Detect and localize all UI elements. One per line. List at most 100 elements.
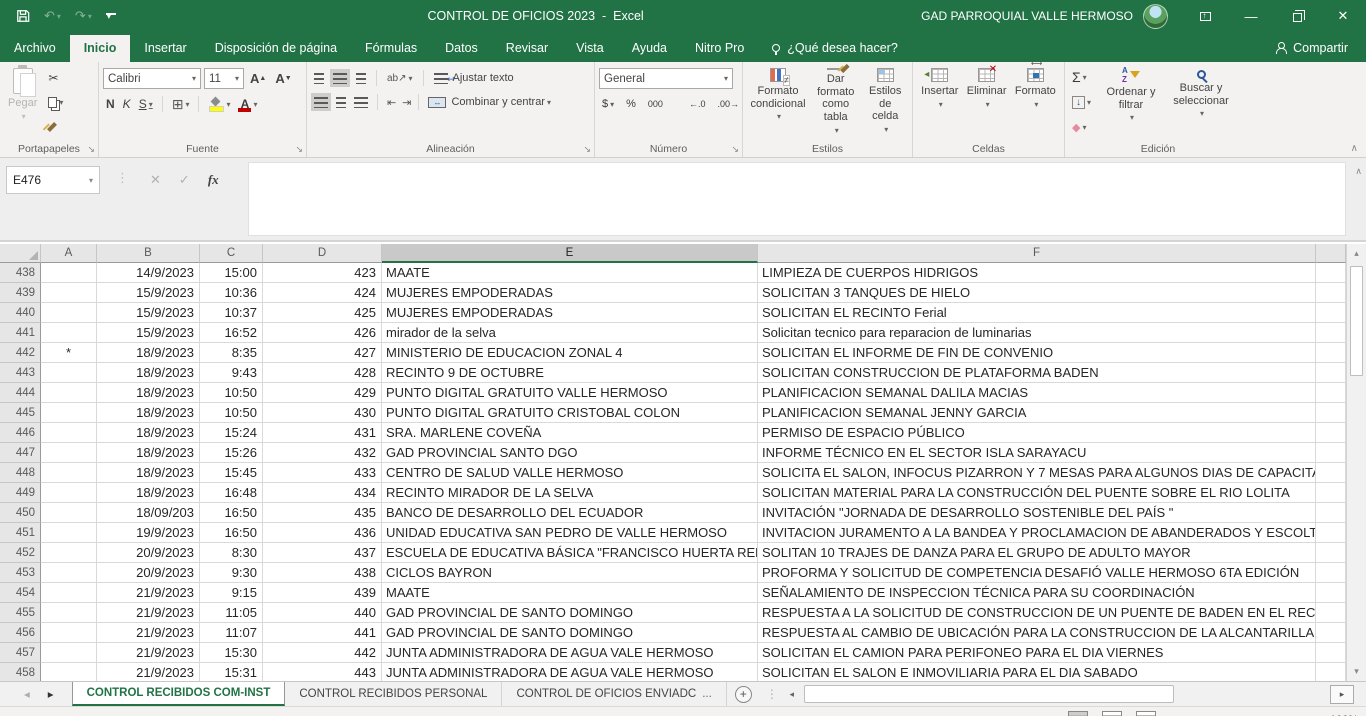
cell[interactable] xyxy=(41,283,97,303)
insert-function-icon[interactable]: fx xyxy=(208,172,219,188)
cell[interactable]: SOLICITAN EL INFORME DE FIN DE CONVENIO xyxy=(758,343,1316,363)
cell-styles-button[interactable]: Estilos de celda xyxy=(862,66,908,138)
cell[interactable]: 15:30 xyxy=(200,643,263,663)
row-header[interactable]: 449 xyxy=(0,483,41,503)
fill-color-button[interactable] xyxy=(205,95,233,113)
cell[interactable]: BANCO DE DESARROLLO DEL ECUADOR xyxy=(382,503,758,523)
cell[interactable]: 441 xyxy=(263,623,382,643)
sheet-tab-control-recibidos-personal[interactable]: CONTROL RECIBIDOS PERSONAL xyxy=(285,682,502,706)
cell[interactable]: JUNTA ADMINISTRADORA DE AGUA VALE HERMOS… xyxy=(382,643,758,663)
cell[interactable]: 428 xyxy=(263,363,382,383)
align-bottom-button[interactable] xyxy=(353,69,369,87)
cell[interactable] xyxy=(1316,603,1346,623)
tab-disposicion-de-pagina[interactable]: Disposición de página xyxy=(201,35,351,62)
cell[interactable]: 18/9/2023 xyxy=(97,343,200,363)
cell[interactable]: PERMISO DE ESPACIO PÚBLICO xyxy=(758,423,1316,443)
bold-button[interactable]: N xyxy=(103,95,118,113)
cell[interactable]: 16:48 xyxy=(200,483,263,503)
cell[interactable]: 18/9/2023 xyxy=(97,403,200,423)
cell[interactable]: 20/9/2023 xyxy=(97,563,200,583)
cell[interactable]: SOLITAN 10 TRAJES DE DANZA PARA EL GRUPO… xyxy=(758,543,1316,563)
cell[interactable] xyxy=(41,543,97,563)
clipboard-dialog-launcher[interactable]: ↘ xyxy=(87,144,95,155)
alignment-dialog-launcher[interactable]: ↘ xyxy=(583,144,591,155)
tab-vista[interactable]: Vista xyxy=(562,35,618,62)
row-header[interactable]: 445 xyxy=(0,403,41,423)
cell[interactable]: PUNTO DIGITAL GRATUITO CRISTOBAL COLON xyxy=(382,403,758,423)
cell[interactable] xyxy=(41,563,97,583)
cell[interactable]: 443 xyxy=(263,663,382,681)
ribbon-display-options-button[interactable] xyxy=(1182,0,1228,32)
page-layout-view-icon[interactable] xyxy=(1102,711,1122,716)
format-painter-button[interactable] xyxy=(45,117,66,135)
cell[interactable] xyxy=(1316,583,1346,603)
cell[interactable]: JUNTA ADMINISTRADORA DE AGUA VALE HERMOS… xyxy=(382,663,758,681)
avatar[interactable] xyxy=(1143,4,1168,29)
delete-cells-button[interactable]: Eliminar xyxy=(963,66,1011,138)
cell[interactable]: MUJERES EMPODERADAS xyxy=(382,283,758,303)
cell[interactable] xyxy=(41,303,97,323)
collapse-ribbon-icon[interactable]: ∧ xyxy=(1351,143,1358,154)
tab-formulas[interactable]: Fórmulas xyxy=(351,35,431,62)
cell[interactable]: SOLICITAN CONSTRUCCION DE PLATAFORMA BAD… xyxy=(758,363,1316,383)
decrease-indent-button[interactable]: ⇤ xyxy=(384,93,397,111)
cell[interactable] xyxy=(41,483,97,503)
horizontal-scrollbar-thumb[interactable] xyxy=(804,685,1174,703)
cell[interactable]: RECINTO 9 DE OCTUBRE xyxy=(382,363,758,383)
cell[interactable] xyxy=(41,383,97,403)
cell[interactable] xyxy=(1316,403,1346,423)
row-header[interactable]: 456 xyxy=(0,623,41,643)
cell[interactable]: 18/9/2023 xyxy=(97,363,200,383)
close-button[interactable]: ✕ xyxy=(1320,0,1366,32)
column-header-C[interactable]: C xyxy=(200,244,263,263)
align-center-button[interactable] xyxy=(333,93,349,111)
cell[interactable]: RESPUESTA A LA SOLICITUD DE CONSTRUCCION… xyxy=(758,603,1316,623)
cell[interactable]: 18/9/2023 xyxy=(97,423,200,443)
cell[interactable]: ESCUELA DE EDUCATIVA BÁSICA "FRANCISCO H… xyxy=(382,543,758,563)
cell[interactable]: INVITACIÓN "JORNADA DE DESARROLLO SOSTEN… xyxy=(758,503,1316,523)
select-all-corner[interactable] xyxy=(0,244,41,263)
cut-button[interactable]: ✂ xyxy=(45,69,66,87)
scroll-right-button[interactable]: ▸ xyxy=(1330,685,1354,704)
row-header[interactable]: 455 xyxy=(0,603,41,623)
cell[interactable]: SOLICITAN EL CAMION PARA PERIFONEO PARA … xyxy=(758,643,1316,663)
cell[interactable]: 432 xyxy=(263,443,382,463)
row-header[interactable]: 458 xyxy=(0,663,41,681)
row-header[interactable]: 450 xyxy=(0,503,41,523)
cell[interactable]: GAD PROVINCIAL DE SANTO DOMINGO xyxy=(382,603,758,623)
row-header[interactable]: 446 xyxy=(0,423,41,443)
name-box[interactable]: E476▾ xyxy=(6,166,100,194)
sheet-tab-control-de-oficios-enviados[interactable]: CONTROL DE OFICIOS ENVIADC ... xyxy=(502,682,726,706)
row-header[interactable]: 447 xyxy=(0,443,41,463)
cell[interactable]: RESPUESTA AL CAMBIO DE UBICACIÓN PARA LA… xyxy=(758,623,1316,643)
tab-datos[interactable]: Datos xyxy=(431,35,492,62)
cell[interactable]: 427 xyxy=(263,343,382,363)
cell[interactable]: 18/9/2023 xyxy=(97,463,200,483)
cell[interactable]: 9:15 xyxy=(200,583,263,603)
cell[interactable]: 429 xyxy=(263,383,382,403)
italic-button[interactable]: K xyxy=(120,95,134,113)
cell[interactable]: 15:24 xyxy=(200,423,263,443)
tab-nitro-pro[interactable]: Nitro Pro xyxy=(681,35,758,62)
number-dialog-launcher[interactable]: ↘ xyxy=(731,144,739,155)
cell[interactable] xyxy=(41,583,97,603)
copy-button[interactable] xyxy=(45,93,66,111)
cell[interactable] xyxy=(1316,423,1346,443)
percent-button[interactable]: % xyxy=(623,95,639,113)
normal-view-icon[interactable] xyxy=(1068,711,1088,716)
align-left-button[interactable] xyxy=(311,93,331,111)
cell[interactable]: SOLICITAN EL SALON E INMOVILIARIA PARA E… xyxy=(758,663,1316,681)
align-right-button[interactable] xyxy=(351,93,371,111)
column-header-partial[interactable] xyxy=(1316,244,1346,263)
cell[interactable]: 439 xyxy=(263,583,382,603)
column-header-F[interactable]: F xyxy=(758,244,1316,263)
redo-button[interactable]: ↷ xyxy=(75,8,92,24)
undo-button[interactable]: ↶ xyxy=(44,8,61,24)
format-as-table-button[interactable]: Dar formato como tabla xyxy=(809,66,862,138)
cell[interactable]: 10:37 xyxy=(200,303,263,323)
cell[interactable] xyxy=(41,603,97,623)
font-size-select[interactable]: 11▾ xyxy=(204,68,244,89)
cell[interactable] xyxy=(1316,263,1346,283)
conditional-formatting-button[interactable]: Formato condicional xyxy=(747,66,809,138)
cell[interactable]: PLANIFICACION SEMANAL DALILA MACIAS xyxy=(758,383,1316,403)
